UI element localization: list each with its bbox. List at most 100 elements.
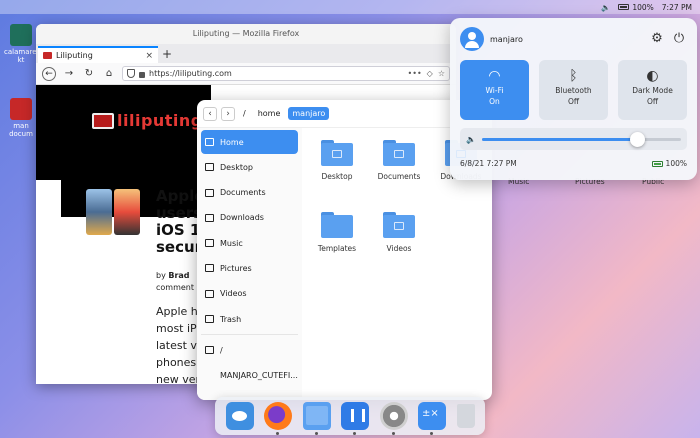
sidebar-item-trash[interactable]: Trash [201,307,298,331]
sidebar-item-documents[interactable]: Documents [201,181,298,205]
tab-strip: Liliputing × + [36,44,456,63]
drive-icon [205,346,214,355]
forward-button[interactable]: → [62,68,76,79]
sidebar-item-label: Pictures [220,263,252,273]
breadcrumb-manjaro[interactable]: manjaro [288,107,330,120]
file-label: Videos [386,244,412,253]
dark-mode-toggle[interactable]: ◐ Dark Mode Off [618,60,687,120]
file-item-documents[interactable]: Documents [370,140,428,181]
browser-tab[interactable]: Liliputing × [38,46,158,63]
article-thumbnail[interactable] [86,189,140,235]
dock-app-settings[interactable] [379,402,408,435]
file-item-templates[interactable]: Templates [308,212,366,253]
new-tab-button[interactable]: + [158,46,176,63]
sidebar-item-usb-drive[interactable]: MANJARO_CUTEFI... [201,363,298,387]
documents-icon [205,188,214,197]
dock-app-fish[interactable] [225,402,254,430]
battery-indicator[interactable]: 100% [618,3,654,12]
volume-slider-handle[interactable] [630,131,646,147]
dock-app-store[interactable] [341,402,369,435]
sidebar-item-downloads[interactable]: Downloads [201,206,298,230]
sidebar-item-label: / [220,345,223,355]
desktop-icon [205,163,214,172]
page-actions-icon[interactable]: ••• [408,69,422,78]
close-tab-icon[interactable]: × [145,51,153,61]
breadcrumb-home[interactable]: home [254,107,285,120]
comments-link[interactable]: comment [156,283,194,292]
sidebar-item-home[interactable]: Home [201,130,298,154]
running-indicator [276,432,279,435]
date-time: 6/8/21 7:27 PM [460,159,517,168]
phone-screenshot-image [86,189,112,235]
sidebar-item-desktop[interactable]: Desktop [201,155,298,179]
downloads-icon [205,213,214,222]
file-label: Templates [317,244,357,253]
bluetooth-icon: ᛒ [569,68,578,84]
sidebar-item-root-drive[interactable]: / [201,338,298,362]
tile-label: Wi-Fi [485,86,504,95]
top-status-bar: 🔈 100% 7:27 PM [0,0,700,14]
pictures-icon [205,264,214,273]
home-button[interactable]: ⌂ [102,68,116,79]
phone-screenshot-image [114,189,140,235]
byline-prefix: by [156,271,166,280]
dock-app-firefox[interactable] [264,402,292,435]
lock-icon[interactable] [139,71,145,78]
volume-slider[interactable] [481,131,681,147]
sidebar-item-videos[interactable]: Videos [201,282,298,306]
site-logo[interactable]: liliputing [92,111,203,130]
running-indicator [391,432,395,435]
settings-gear-icon[interactable]: ⚙ [649,31,665,47]
file-item-desktop[interactable]: Desktop [308,140,366,181]
address-bar[interactable]: https://liliputing.com ••• ◇ ☆ [122,66,450,81]
file-item-videos[interactable]: Videos [370,212,428,253]
navigation-toolbar: ← → ↻ ⌂ https://liliputing.com ••• ◇ ☆ [36,63,456,85]
file-label: Desktop [321,172,353,181]
bookmark-star-icon[interactable]: ☆ [438,69,445,78]
volume-indicator[interactable]: 🔈 [601,3,610,12]
file-label: Documents [377,172,421,181]
back-button[interactable]: ← [42,66,56,81]
sidebar-item-label: Music [220,238,243,248]
wifi-toggle[interactable]: ◠ Wi-Fi On [460,60,529,120]
sidebar-item-label: MANJARO_CUTEFI... [220,370,298,380]
desktop-icon-calamares[interactable]: calamares- kt [4,24,43,64]
battery-icon [618,4,630,10]
clock[interactable]: 7:27 PM [662,3,692,12]
control-center-panel: manjaro ⚙ ⏻ ◠ Wi-Fi On ᛒ Bluetooth Off ◐… [450,18,697,180]
fm-forward-button[interactable]: › [221,106,235,121]
desktop-icon-manual[interactable]: man docum [4,98,38,138]
sidebar-divider [201,334,298,336]
desktop-icon-label: man docum [9,122,33,138]
breadcrumb-root[interactable]: / [239,107,250,120]
favicon-icon [43,52,52,59]
dock-app-calculator[interactable] [418,402,446,435]
user-avatar-icon[interactable] [460,27,484,51]
volume-slider-row: 🔈 [460,128,687,150]
desktop-icon-label: calamares- kt [4,48,43,64]
sidebar-item-music[interactable]: Music [201,231,298,255]
power-icon[interactable]: ⏻ [671,31,687,47]
bluetooth-toggle[interactable]: ᛒ Bluetooth Off [539,60,608,120]
byline-author[interactable]: Brad [168,271,189,280]
laptop-logo-icon [92,112,114,129]
fm-back-button[interactable]: ‹ [203,106,217,121]
site-logo-text: liliputing [117,111,203,130]
calamares-installer-icon [10,24,32,46]
home-icon [205,138,214,146]
folder-icon [383,140,415,166]
article-byline: by Brad comment [156,270,194,294]
sidebar-item-label: Home [220,137,244,147]
running-indicator [430,432,433,435]
file-manager-toolbar: ‹ › / home manjaro [197,100,492,128]
tracking-protection-icon[interactable] [127,69,135,78]
pocket-icon[interactable]: ◇ [427,69,433,78]
speaker-icon: 🔈 [466,134,476,144]
url-text[interactable]: https://liliputing.com [149,69,232,78]
dock-app-files[interactable] [302,402,331,435]
folder-icon [383,212,415,238]
sidebar-item-pictures[interactable]: Pictures [201,256,298,280]
dock-app-trash[interactable] [456,404,475,428]
reload-button[interactable]: ↻ [82,68,96,79]
tab-title: Liliputing [56,51,93,60]
